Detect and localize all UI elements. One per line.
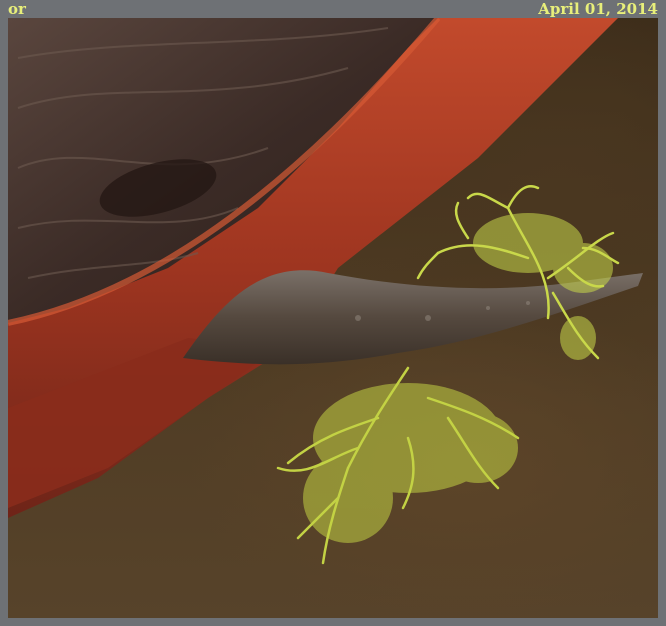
lichen-lower-fill bbox=[303, 383, 518, 543]
caption-left-text: or bbox=[8, 0, 26, 18]
photo-scene bbox=[8, 18, 643, 565]
photo-frame: or April 01, 2014 bbox=[0, 0, 666, 626]
date-stamp: April 01, 2014 bbox=[538, 0, 658, 18]
photo bbox=[8, 18, 658, 618]
